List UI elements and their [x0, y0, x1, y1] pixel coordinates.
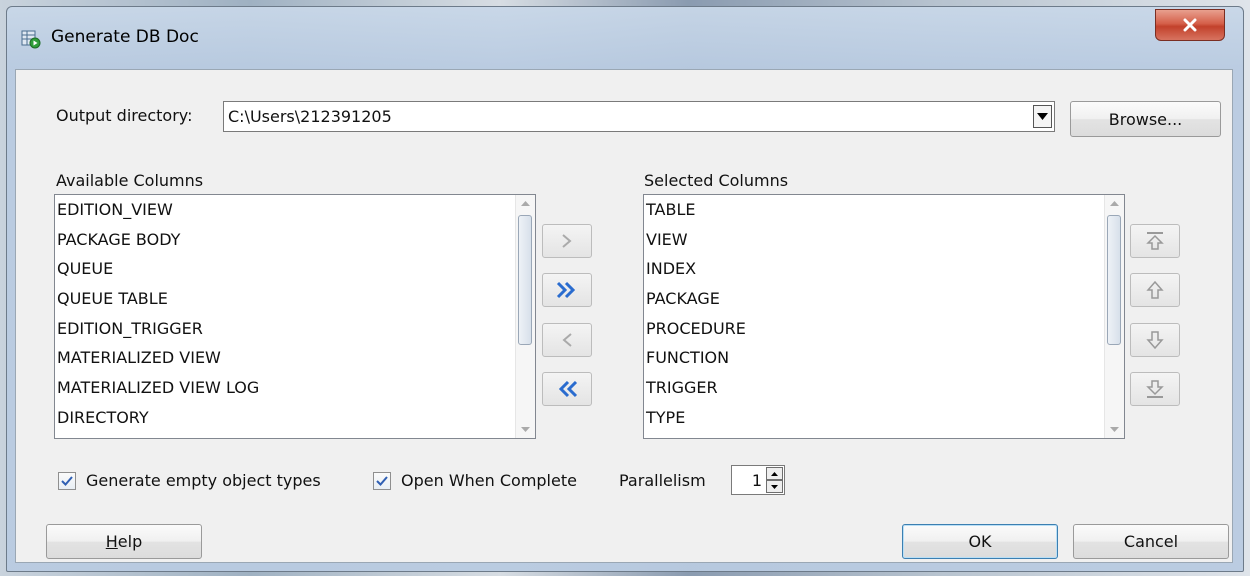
generate-empty-checkbox[interactable] [58, 472, 76, 490]
generate-empty-label[interactable]: Generate empty object types [86, 471, 321, 490]
parallelism-label: Parallelism [619, 471, 706, 490]
arrow-up-icon [1146, 280, 1164, 299]
ok-button-label: OK [968, 532, 992, 551]
scroll-thumb[interactable] [1107, 215, 1121, 345]
spinner-decrement-button[interactable] [766, 480, 783, 493]
parallelism-value[interactable]: 1 [752, 471, 762, 490]
browse-button[interactable]: Browse... [1070, 101, 1221, 137]
checkmark-icon [376, 476, 388, 486]
move-all-left-button[interactable] [542, 372, 592, 406]
output-directory-value[interactable]: C:\Users\212391205 [228, 107, 392, 126]
list-item[interactable]: EDITION_TRIGGER [55, 314, 515, 344]
double-right-chevron-icon [556, 281, 576, 299]
move-up-button[interactable] [1130, 273, 1180, 307]
move-all-right-button[interactable] [542, 273, 592, 307]
scroll-thumb[interactable] [518, 215, 532, 345]
list-item[interactable]: DIRECTORY [55, 403, 515, 433]
available-columns-header: Available Columns [56, 171, 204, 190]
selected-columns-list[interactable]: TABLE VIEW INDEX PACKAGE PROCEDURE FUNCTION TR… [643, 194, 1125, 439]
list-item[interactable]: MATERIALIZED VIEW LOG [55, 373, 515, 403]
window-title: Generate DB Doc [51, 27, 199, 47]
single-left-chevron-icon [562, 333, 572, 347]
help-button[interactable]: Help [46, 524, 202, 559]
list-item[interactable]: INDEX [644, 254, 1104, 284]
spin-up-icon [771, 471, 778, 476]
list-item[interactable]: TABLE [644, 195, 1104, 225]
list-item[interactable]: MATERIALIZED VIEW [55, 343, 515, 373]
list-item[interactable]: VIEW [644, 225, 1104, 255]
parallelism-spinner[interactable]: 1 [731, 465, 785, 495]
combo-dropdown-button[interactable] [1033, 105, 1052, 128]
move-bottom-icon [1146, 380, 1164, 398]
list-item[interactable]: EDITION_VIEW [55, 195, 515, 225]
scroll-down-icon [1110, 427, 1119, 432]
list-item[interactable]: FUNCTION [644, 343, 1104, 373]
spin-down-icon [771, 484, 778, 489]
list-item[interactable]: TRIGGER [644, 373, 1104, 403]
move-left-button[interactable] [542, 323, 592, 357]
help-button-label: Help [105, 532, 143, 551]
scroll-down-arrow[interactable] [1105, 421, 1124, 438]
move-down-button[interactable] [1130, 323, 1180, 357]
move-top-icon [1146, 232, 1164, 250]
ok-button[interactable]: OK [902, 524, 1058, 559]
output-directory-label: Output directory: [56, 106, 193, 125]
open-when-complete-label[interactable]: Open When Complete [401, 471, 577, 490]
arrow-down-icon [1146, 331, 1164, 350]
checkmark-icon [61, 476, 73, 486]
available-columns-list[interactable]: EDITION_VIEW PACKAGE BODY QUEUE QUEUE TABLE… [54, 194, 536, 439]
list-item[interactable]: PACKAGE BODY [55, 225, 515, 255]
move-right-button[interactable] [542, 224, 592, 258]
scroll-up-icon [521, 201, 530, 206]
open-when-complete-checkbox[interactable] [373, 472, 391, 490]
list-item[interactable]: QUEUE [55, 254, 515, 284]
double-left-chevron-icon [558, 380, 578, 398]
scroll-down-arrow[interactable] [516, 421, 535, 438]
close-icon [1183, 18, 1197, 32]
single-right-chevron-icon [562, 234, 572, 248]
scroll-down-icon [521, 427, 530, 432]
list-item[interactable]: PROCEDURE [644, 314, 1104, 344]
chevron-down-icon [1037, 113, 1048, 120]
scroll-up-icon [1110, 201, 1119, 206]
selected-columns-header: Selected Columns [644, 171, 789, 190]
output-directory-combo[interactable]: C:\Users\212391205 [223, 101, 1055, 132]
dialog-body: Output directory: C:\Users\212391205 Bro… [15, 69, 1233, 563]
available-scrollbar[interactable] [515, 195, 535, 438]
close-button[interactable] [1155, 9, 1225, 41]
list-item[interactable]: TYPE [644, 403, 1104, 433]
browse-button-label: Browse... [1108, 109, 1183, 129]
spinner-increment-button[interactable] [766, 467, 783, 480]
title-bar[interactable]: Generate DB Doc [7, 7, 1243, 69]
move-to-top-button[interactable] [1130, 224, 1180, 258]
cancel-button-label: Cancel [1123, 532, 1179, 551]
list-item[interactable]: QUEUE TABLE [55, 284, 515, 314]
cancel-button[interactable]: Cancel [1073, 524, 1229, 559]
scroll-up-arrow[interactable] [516, 195, 535, 212]
scroll-up-arrow[interactable] [1105, 195, 1124, 212]
selected-scrollbar[interactable] [1104, 195, 1124, 438]
list-item[interactable]: PACKAGE [644, 284, 1104, 314]
generate-db-doc-dialog: Generate DB Doc Output directory: C:\Use… [6, 6, 1244, 572]
db-doc-icon [21, 30, 41, 49]
move-to-bottom-button[interactable] [1130, 372, 1180, 406]
